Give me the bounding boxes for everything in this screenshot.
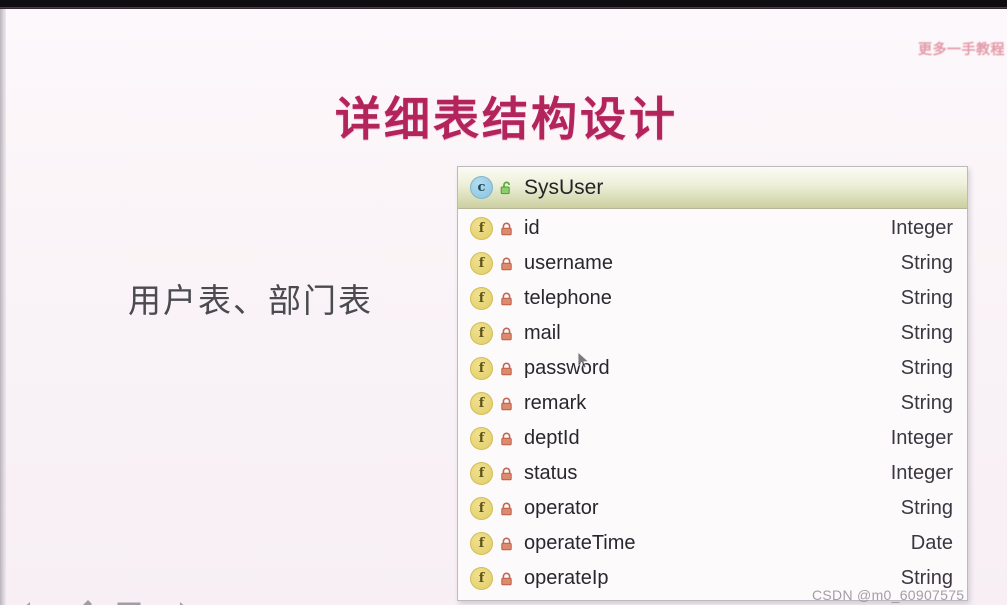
field-row[interactable]: f status Integer [458,456,967,491]
unlock-green-icon [500,181,513,195]
field-row[interactable]: f username String [458,246,967,281]
field-f-icon: f [470,567,493,590]
mouse-cursor-icon [577,350,590,370]
field-name-label: status [524,462,578,484]
field-f-icon: f [470,217,493,240]
field-name-label: username [524,252,613,274]
class-diagram-card: c SysUser f id Integer f username String f tele… [457,166,968,601]
field-row[interactable]: f mail String [458,316,967,351]
field-type-label: Integer [890,462,953,484]
field-type-label: Integer [890,217,953,239]
lock-red-icon [500,467,513,481]
field-f-icon: f [470,427,493,450]
field-name-label: operator [524,497,599,519]
field-type-label: String [900,287,953,309]
field-row[interactable]: f operateTime Date [458,526,967,561]
field-f-icon: f [470,252,493,275]
field-type-label: String [900,497,953,519]
lock-red-icon [500,222,513,236]
field-f-icon: f [470,287,493,310]
field-row[interactable]: f password String [458,351,967,386]
lock-red-icon [500,432,513,446]
field-f-icon: f [470,497,493,520]
field-list: f id Integer f username String f telephone Strin… [458,209,967,600]
field-f-icon: f [470,392,493,415]
field-type-label: String [900,357,953,379]
lock-red-icon [500,502,513,516]
pen-icon[interactable] [68,598,94,605]
field-row[interactable]: f operator String [458,491,967,526]
field-type-label: Integer [890,427,953,449]
field-name-label: deptId [524,427,580,449]
field-row[interactable]: f deptId Integer [458,421,967,456]
class-header-row[interactable]: c SysUser [458,167,967,209]
class-name-label: SysUser [524,175,604,199]
slide-canvas: 更多一手教程 详细表结构设计 用户表、部门表 c SysUser f id Inte… [6,9,1007,605]
field-name-label: mail [524,322,561,344]
screen: 更多一手教程 详细表结构设计 用户表、部门表 c SysUser f id Inte… [0,0,1007,605]
field-name-label: telephone [524,287,612,309]
lock-red-icon [500,397,513,411]
class-c-icon: c [470,176,493,199]
field-name-label: operateTime [524,532,636,554]
field-row[interactable]: f telephone String [458,281,967,316]
field-type-label: String [900,322,953,344]
rectangle-icon[interactable] [116,598,142,605]
csdn-watermark: CSDN @m0_60907575 [812,587,965,603]
field-row[interactable]: f remark String [458,386,967,421]
field-f-icon: f [470,357,493,380]
back-arrow-icon[interactable] [20,598,46,605]
field-row[interactable]: f id Integer [458,211,967,246]
field-type-label: Date [910,532,953,554]
slide-caption: 用户表、部门表 [128,281,373,320]
annotation-toolbar[interactable] [20,598,190,605]
field-f-icon: f [470,322,493,345]
field-name-label: remark [524,392,587,414]
top-right-watermark: 更多一手教程 [918,42,1005,58]
field-name-label: password [524,357,610,379]
field-name-label: operateIp [524,567,609,589]
lock-red-icon [500,292,513,306]
lock-red-icon [500,327,513,341]
forward-arrow-icon[interactable] [164,598,190,605]
field-f-icon: f [470,532,493,555]
lock-red-icon [500,572,513,586]
lock-red-icon [500,537,513,551]
lock-red-icon [500,362,513,376]
page-title: 详细表结构设计 [335,92,678,146]
field-type-label: String [900,252,953,274]
field-name-label: id [524,217,540,239]
field-type-label: String [900,392,953,414]
field-f-icon: f [470,462,493,485]
lock-red-icon [500,257,513,271]
